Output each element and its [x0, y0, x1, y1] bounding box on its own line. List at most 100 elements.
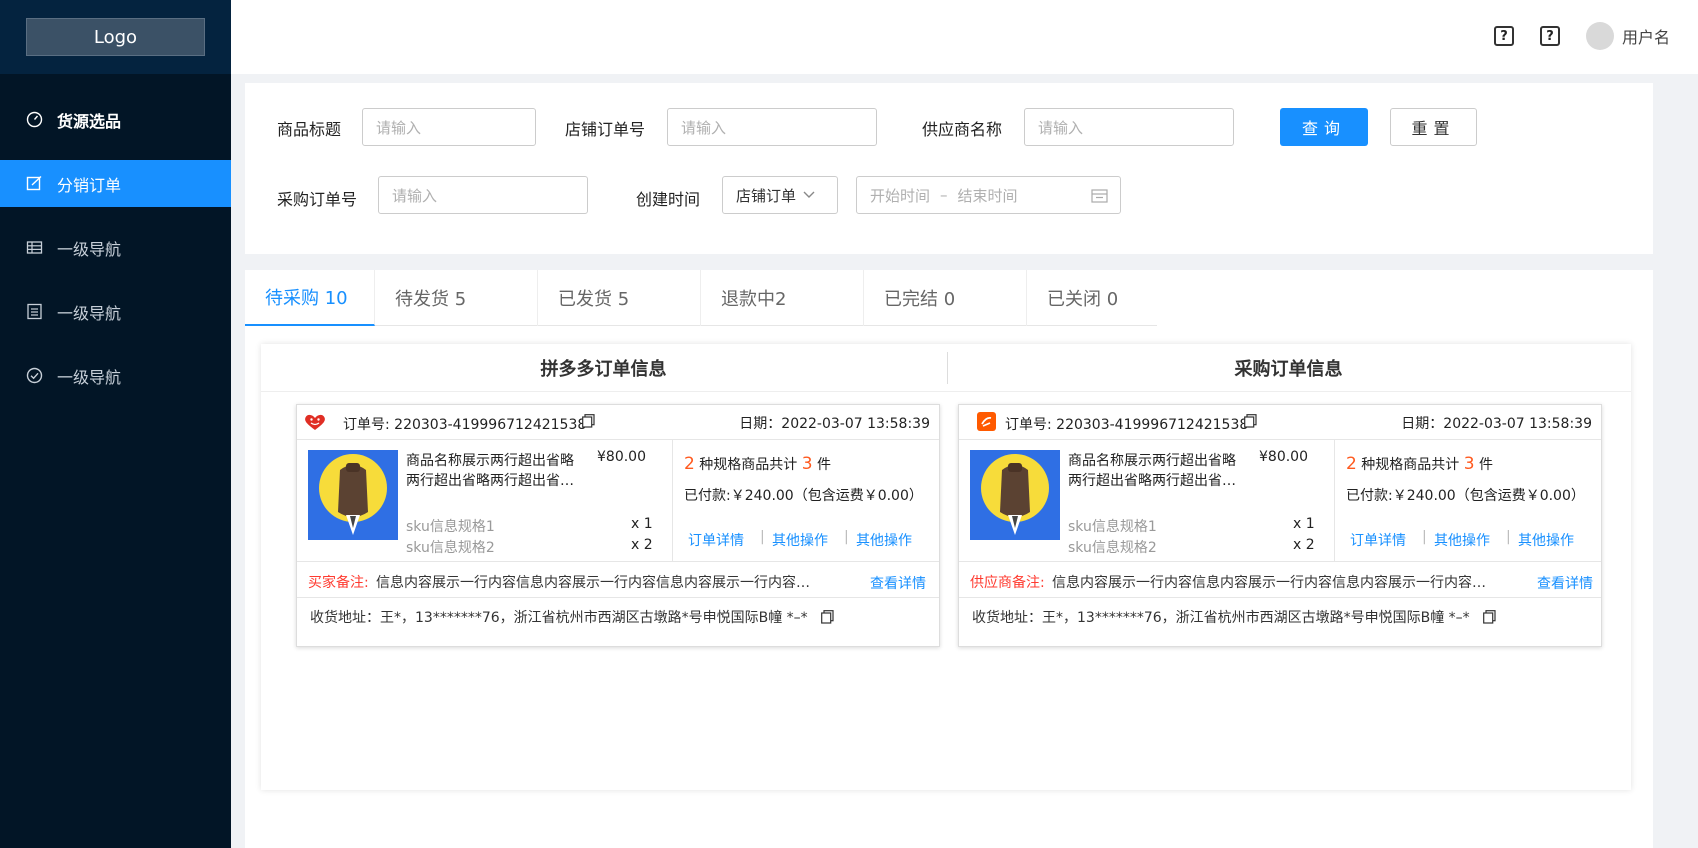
question-icon[interactable]: ? [1539, 26, 1560, 46]
header-actions: ? ? 用户名 [1493, 22, 1670, 50]
pdd-order-card: 订单号: 220303-419996712421538 日期：2022-03-0… [296, 404, 940, 647]
product-title-input[interactable]: 请输入 [362, 108, 536, 146]
username[interactable]: 用户名 [1622, 24, 1670, 48]
end-time-input[interactable]: 结束时间 [958, 185, 1018, 206]
sku-qty-2: x 2 [631, 537, 653, 553]
view-detail-link[interactable]: 查看详情 [1537, 573, 1593, 593]
calendar-icon[interactable] [1091, 188, 1108, 203]
order-detail-link[interactable]: 订单详情 [1350, 530, 1406, 550]
card-body: 商品名称展示两行超出省略 两行超出省略两行超出省… ¥80.00 sku信息规格… [959, 440, 1601, 562]
sidebar-item-nav-2[interactable]: 一级导航 [0, 288, 231, 335]
spec-text: 种规格商品共计 [1361, 457, 1460, 473]
shipping-address: 收货地址：王*，13*******76，浙江省杭州市西湖区古墩路*号申悦国际B幢… [310, 610, 808, 626]
created-time-label: 创建时间 [636, 190, 701, 209]
order-number: 订单号: 220303-419996712421538 [343, 417, 587, 433]
orders-content: 待采购 10 待发货 5 已发货 5 退款中2 已完结 0 已关闭 0 拼多多订… [245, 270, 1653, 848]
order-status-tabs: 待采购 10 待发货 5 已发货 5 退款中2 已完结 0 已关闭 0 [245, 270, 1157, 326]
sidebar-nav: 货源选品 分销订单 一级导航 一级导航 一级导航 [0, 96, 231, 399]
copy-icon[interactable] [1483, 609, 1496, 625]
query-button[interactable]: 查询 [1280, 108, 1368, 146]
card-address: 收货地址：王*，13*******76，浙江省杭州市西湖区古墩路*号申悦国际B幢… [297, 598, 939, 634]
date-range-picker[interactable]: 开始时间 – 结束时间 [856, 176, 1121, 214]
shop-order-input[interactable]: 请输入 [667, 108, 877, 146]
supplier-input[interactable]: 请输入 [1024, 108, 1234, 146]
sidebar-item-label: 一级导航 [57, 239, 122, 259]
purchase-order-input[interactable]: 请输入 [378, 176, 588, 214]
sidebar-item-label: 货源选品 [57, 111, 122, 131]
filter-panel: 商品标题 请输入 店铺订单号 请输入 供应商名称 请输入 查询 重置 采购订单号… [245, 83, 1653, 254]
sidebar-item-source-selection[interactable]: 货源选品 [0, 96, 231, 143]
sidebar-item-nav-3[interactable]: 一级导航 [0, 352, 231, 399]
product-name-line2[interactable]: 两行超出省略两行超出省… [1068, 470, 1236, 490]
order-panel: 拼多多订单信息 采购订单信息 订单号: 220303-4199967124215… [261, 344, 1631, 790]
purchase-order-card: 订单号: 220303-419996712421538 日期：2022-03-0… [958, 404, 1602, 647]
supplier-label: 供应商名称 [922, 120, 1003, 139]
card-header: 订单号: 220303-419996712421538 日期：2022-03-0… [959, 405, 1601, 440]
sidebar-item-label: 一级导航 [57, 367, 122, 387]
item-unit: 件 [1479, 457, 1494, 473]
product-title-label: 商品标题 [277, 120, 342, 139]
other-action-link[interactable]: 其他操作 [1518, 530, 1574, 550]
tab-shipped[interactable]: 已发货 5 [538, 270, 701, 326]
other-action-link[interactable]: 其他操作 [1434, 530, 1490, 550]
supplier-note-label: 供应商备注: [970, 575, 1045, 591]
copy-icon[interactable] [821, 609, 834, 625]
view-detail-link[interactable]: 查看详情 [870, 573, 926, 593]
card-note: 买家备注: 信息内容展示一行内容信息内容展示一行内容信息内容展示一行内容… 查看… [297, 562, 939, 598]
product-name-line1[interactable]: 商品名称展示两行超出省略 [406, 450, 574, 470]
logo[interactable]: Logo [26, 18, 205, 56]
sidebar-item-label: 分销订单 [57, 175, 122, 195]
tab-completed[interactable]: 已完结 0 [864, 270, 1027, 326]
sidebar-item-nav-1[interactable]: 一级导航 [0, 224, 231, 271]
purchase-order-info-title: 采购订单信息 [1234, 358, 1343, 380]
tab-pending-purchase[interactable]: 待采购 10 [245, 270, 375, 326]
alibaba-logo-icon [977, 412, 996, 435]
card-header: 订单号: 220303-419996712421538 日期：2022-03-0… [297, 405, 939, 440]
edit-icon [26, 175, 43, 192]
spec-summary: 2 种规格商品共计 3 件 [1346, 454, 1493, 474]
sidebar: Logo 货源选品 分销订单 一级导航 一级导航 一级导航 [0, 0, 231, 848]
header-divider [947, 352, 948, 384]
help-icon[interactable]: ? [1493, 26, 1514, 46]
body-divider [672, 440, 673, 562]
spec-count: 2 [684, 454, 695, 474]
order-number: 订单号: 220303-419996712421538 [1005, 417, 1249, 433]
chevron-down-icon [803, 191, 815, 199]
panel-header: 拼多多订单信息 采购订单信息 [261, 344, 1631, 392]
avatar[interactable] [1585, 22, 1614, 50]
sku-spec-2: sku信息规格2 [1068, 540, 1157, 556]
item-count: 3 [1463, 454, 1475, 474]
product-thumbnail[interactable] [308, 450, 398, 540]
check-circle-icon [26, 367, 43, 384]
list-icon [26, 303, 43, 320]
order-date: 日期：2022-03-07 13:58:39 [739, 416, 930, 432]
product-name-line2[interactable]: 两行超出省略两行超出省… [406, 470, 574, 490]
order-detail-link[interactable]: 订单详情 [688, 530, 744, 550]
item-count: 3 [801, 454, 813, 474]
paid-amount: 已付款:￥240.00（包含运费￥0.00） [684, 488, 923, 504]
product-price: ¥80.00 [1259, 449, 1308, 465]
copy-icon[interactable] [582, 413, 595, 429]
sku-qty-1: x 1 [1293, 516, 1315, 532]
time-type-value: 店铺订单 [736, 186, 797, 205]
product-name-line1[interactable]: 商品名称展示两行超出省略 [1068, 450, 1236, 470]
link-separator: | [1422, 529, 1427, 545]
product-thumbnail[interactable] [970, 450, 1060, 540]
sidebar-item-label: 一级导航 [57, 303, 122, 323]
time-type-select[interactable]: 店铺订单 [722, 176, 838, 214]
tab-closed[interactable]: 已关闭 0 [1027, 270, 1157, 326]
other-action-link[interactable]: 其他操作 [856, 530, 912, 550]
other-action-link[interactable]: 其他操作 [772, 530, 828, 550]
sidebar-item-distribution-orders[interactable]: 分销订单 [0, 160, 231, 207]
product-price: ¥80.00 [597, 449, 646, 465]
buyer-note-label: 买家备注: [308, 575, 369, 591]
order-date: 日期：2022-03-07 13:58:39 [1401, 416, 1592, 432]
tab-pending-shipment[interactable]: 待发货 5 [375, 270, 538, 326]
supplier-note-text: 信息内容展示一行内容信息内容展示一行内容信息内容展示一行内容… [1052, 575, 1486, 591]
card-address: 收货地址：王*，13*******76，浙江省杭州市西湖区古墩路*号申悦国际B幢… [959, 598, 1601, 634]
tab-refunding[interactable]: 退款中2 [701, 270, 864, 326]
card-body: 商品名称展示两行超出省略 两行超出省略两行超出省… ¥80.00 sku信息规格… [297, 440, 939, 562]
start-time-input[interactable]: 开始时间 [870, 185, 930, 206]
reset-button[interactable]: 重置 [1390, 108, 1477, 146]
copy-icon[interactable] [1244, 413, 1257, 429]
